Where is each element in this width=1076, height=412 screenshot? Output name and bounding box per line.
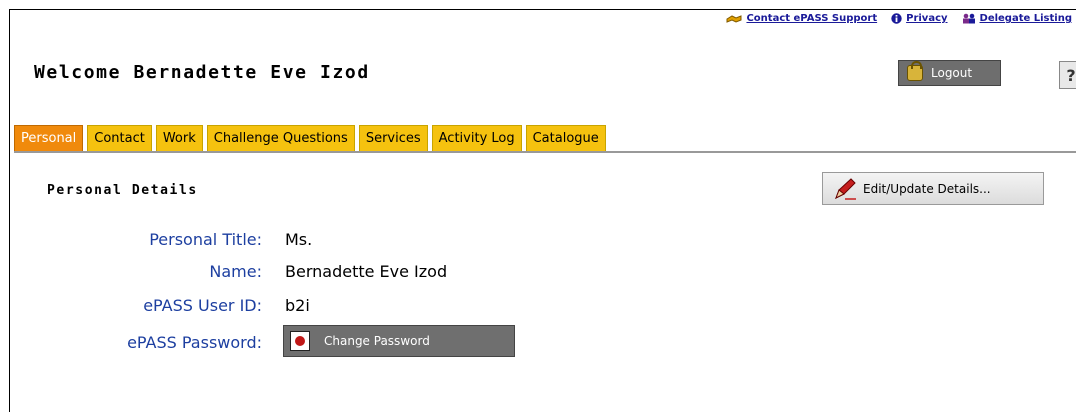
change-password-label: Change Password [324,334,430,348]
tab-divider [14,151,1076,153]
delegate-listing-label[interactable]: Delegate Listing [980,13,1072,24]
tab-challenge-questions[interactable]: Challenge Questions [206,125,355,152]
welcome-heading: Welcome Bernadette Eve Izod [34,62,370,83]
logout-button[interactable]: Logout [898,60,1001,86]
contact-support-link[interactable]: Contact ePASS Support [726,13,877,24]
tab-personal[interactable]: Personal [14,125,84,152]
user-id-value: b2i [285,296,310,315]
user-id-label: ePASS User ID: [143,296,262,315]
password-label: ePASS Password: [127,333,262,352]
tab-catalogue[interactable]: Catalogue [525,125,606,152]
edit-details-button[interactable]: Edit/Update Details... [822,172,1044,205]
personal-title-label: Personal Title: [149,230,262,249]
lock-icon [907,61,923,81]
edit-details-label: Edit/Update Details... [863,181,991,196]
section-title: Personal Details [47,183,198,198]
privacy-label[interactable]: Privacy [906,13,947,24]
tab-bar: Personal Contact Work Challenge Question… [14,125,606,152]
pen-icon [835,177,856,200]
name-label: Name: [209,262,262,281]
people-icon [962,13,975,24]
personal-title-value: Ms. [285,230,313,249]
info-icon [891,13,902,24]
help-button[interactable]: ? [1059,61,1076,89]
delegate-listing-link[interactable]: Delegate Listing [962,13,1072,24]
tab-work[interactable]: Work [155,125,203,152]
tab-services[interactable]: Services [358,125,428,152]
privacy-link[interactable]: Privacy [891,13,948,24]
tab-activity-log[interactable]: Activity Log [431,125,522,152]
top-links: Contact ePASS Support Privacy Delegate L… [726,13,1072,24]
handshake-icon [726,14,742,23]
name-value: Bernadette Eve Izod [285,262,448,281]
bug-icon [290,331,310,351]
logout-label: Logout [931,66,973,80]
contact-support-label[interactable]: Contact ePASS Support [746,13,877,24]
tab-contact[interactable]: Contact [87,125,152,152]
change-password-button[interactable]: Change Password [283,325,515,357]
